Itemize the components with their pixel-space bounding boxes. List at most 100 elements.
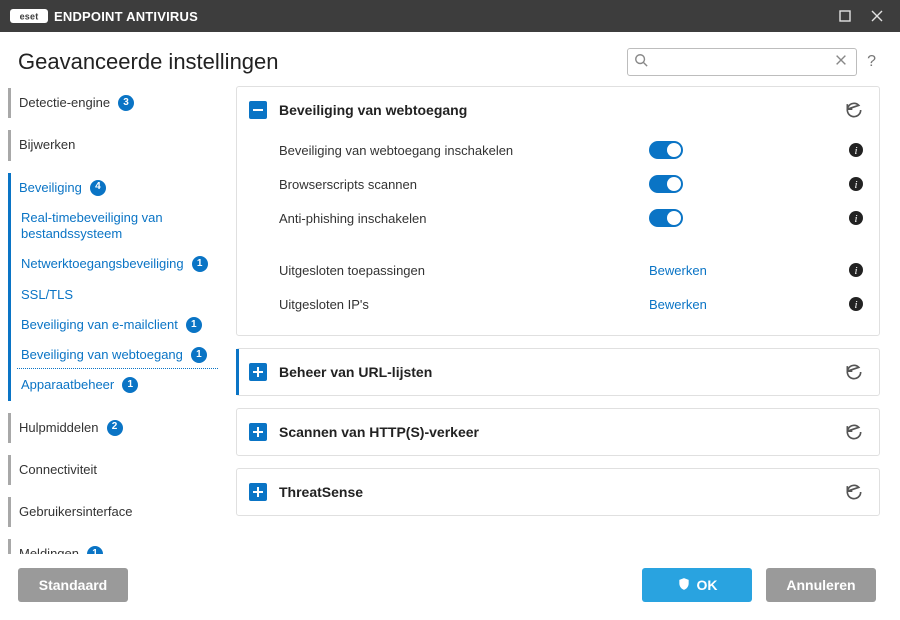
edit-link[interactable]: Bewerken bbox=[649, 297, 707, 312]
footer: Standaard OK Annuleren bbox=[0, 554, 900, 620]
sidebar-item-ssl-tls[interactable]: SSL/TLS bbox=[8, 280, 222, 310]
sidebar-item-label: Gebruikersinterface bbox=[19, 504, 132, 520]
sidebar-item-connectivity[interactable]: Connectiviteit bbox=[8, 455, 222, 485]
brand-logo: eset bbox=[10, 9, 48, 23]
info-icon[interactable]: i bbox=[847, 141, 865, 159]
info-icon[interactable]: i bbox=[847, 175, 865, 193]
sidebar-item-tools[interactable]: Hulpmiddelen 2 bbox=[8, 413, 222, 443]
badge: 1 bbox=[122, 377, 138, 393]
setting-label: Beveiliging van webtoegang inschakelen bbox=[279, 143, 649, 158]
brand: eset ENDPOINT ANTIVIRUS bbox=[10, 9, 198, 24]
help-button[interactable]: ? bbox=[867, 53, 876, 71]
panel-header[interactable]: Scannen van HTTP(S)-verkeer bbox=[237, 409, 879, 455]
sidebar-item-update[interactable]: Bijwerken bbox=[8, 130, 222, 160]
svg-text:i: i bbox=[854, 179, 857, 191]
edit-link[interactable]: Bewerken bbox=[649, 263, 707, 278]
svg-text:i: i bbox=[854, 299, 857, 311]
svg-text:i: i bbox=[854, 265, 857, 277]
sidebar-item-user-interface[interactable]: Gebruikersinterface bbox=[8, 497, 222, 527]
panel-url-lists: Beheer van URL-lijsten bbox=[236, 348, 880, 396]
sidebar-item-detection-engine[interactable]: Detectie-engine 3 bbox=[8, 88, 222, 118]
sidebar-item-label: Connectiviteit bbox=[19, 462, 97, 478]
badge: 4 bbox=[90, 180, 106, 196]
product-name: ENDPOINT ANTIVIRUS bbox=[54, 9, 198, 24]
badge: 1 bbox=[87, 546, 103, 554]
titlebar: eset ENDPOINT ANTIVIRUS bbox=[0, 0, 900, 32]
revert-icon[interactable] bbox=[843, 421, 865, 443]
setting-label: Browserscripts scannen bbox=[279, 177, 649, 192]
badge: 1 bbox=[192, 256, 208, 272]
setting-enable-web-protection: Beveiliging van webtoegang inschakelen i bbox=[279, 133, 865, 167]
window-maximize-button[interactable] bbox=[832, 3, 858, 29]
shield-icon bbox=[677, 577, 691, 594]
collapse-icon[interactable] bbox=[249, 101, 267, 119]
default-button[interactable]: Standaard bbox=[18, 568, 128, 602]
panel-header[interactable]: ThreatSense bbox=[237, 469, 879, 515]
badge: 1 bbox=[191, 347, 207, 363]
sidebar-item-label: Beveiliging van webtoegang bbox=[21, 347, 183, 363]
badge: 1 bbox=[186, 317, 202, 333]
setting-label: Uitgesloten toepassingen bbox=[279, 263, 649, 278]
revert-icon[interactable] bbox=[843, 361, 865, 383]
sidebar-item-label: Meldingen bbox=[19, 546, 79, 554]
revert-icon[interactable] bbox=[843, 99, 865, 121]
sidebar-item-network-access[interactable]: Netwerktoegangsbeveiliging 1 bbox=[8, 249, 222, 279]
info-icon[interactable]: i bbox=[847, 261, 865, 279]
ok-button-label: OK bbox=[697, 577, 718, 593]
header: Geavanceerde instellingen ? bbox=[0, 32, 900, 86]
panel-title: Beveiliging van webtoegang bbox=[279, 102, 831, 118]
page-title: Geavanceerde instellingen bbox=[18, 49, 279, 75]
sidebar-item-label: Bijwerken bbox=[19, 137, 75, 153]
sidebar-item-web-access[interactable]: Beveiliging van webtoegang 1 bbox=[8, 340, 222, 370]
expand-icon[interactable] bbox=[249, 483, 267, 501]
sidebar-item-label: Beveiliging van e-mailclient bbox=[21, 317, 178, 333]
sidebar-item-device-control[interactable]: Apparaatbeheer 1 bbox=[8, 370, 222, 400]
badge: 2 bbox=[107, 420, 123, 436]
panel-web-access: Beveiliging van webtoegang Beveiliging v… bbox=[236, 86, 880, 336]
panel-title: Scannen van HTTP(S)-verkeer bbox=[279, 424, 831, 440]
sidebar: Detectie-engine 3 Bijwerken Beveiliging … bbox=[0, 86, 226, 554]
panel-body: Beveiliging van webtoegang inschakelen i… bbox=[237, 133, 879, 335]
search-icon bbox=[634, 53, 648, 72]
revert-icon[interactable] bbox=[843, 481, 865, 503]
sidebar-item-label: Beveiliging bbox=[19, 180, 82, 196]
setting-anti-phishing: Anti-phishing inschakelen i bbox=[279, 201, 865, 235]
toggle[interactable] bbox=[649, 175, 683, 193]
expand-icon[interactable] bbox=[249, 363, 267, 381]
panel-threatsense: ThreatSense bbox=[236, 468, 880, 516]
setting-label: Anti-phishing inschakelen bbox=[279, 211, 649, 226]
info-icon[interactable]: i bbox=[847, 295, 865, 313]
setting-browser-scripts: Browserscripts scannen i bbox=[279, 167, 865, 201]
search-field[interactable] bbox=[627, 48, 857, 76]
info-icon[interactable]: i bbox=[847, 209, 865, 227]
sidebar-item-label: Hulpmiddelen bbox=[19, 420, 99, 436]
sidebar-item-label: Detectie-engine bbox=[19, 95, 110, 111]
sidebar-item-notifications[interactable]: Meldingen 1 bbox=[8, 539, 222, 554]
badge: 3 bbox=[118, 95, 134, 111]
sidebar-item-label: Real-timebeveiliging van bestandssysteem bbox=[21, 210, 216, 243]
toggle[interactable] bbox=[649, 209, 683, 227]
sidebar-item-security[interactable]: Beveiliging 4 bbox=[8, 173, 222, 203]
setting-excluded-ips: Uitgesloten IP's Bewerken i bbox=[279, 287, 865, 321]
window-close-button[interactable] bbox=[864, 3, 890, 29]
main: Beveiliging van webtoegang Beveiliging v… bbox=[226, 86, 880, 554]
svg-text:eset: eset bbox=[20, 12, 39, 22]
panel-title: ThreatSense bbox=[279, 484, 831, 500]
panel-header[interactable]: Beveiliging van webtoegang bbox=[237, 87, 879, 133]
sidebar-item-label: Netwerktoegangsbeveiliging bbox=[21, 256, 184, 272]
cancel-button[interactable]: Annuleren bbox=[766, 568, 876, 602]
panel-http-scan: Scannen van HTTP(S)-verkeer bbox=[236, 408, 880, 456]
svg-text:i: i bbox=[854, 145, 857, 157]
sidebar-item-label: Apparaatbeheer bbox=[21, 377, 114, 393]
search-clear-icon[interactable] bbox=[832, 53, 850, 72]
panel-title: Beheer van URL-lijsten bbox=[279, 364, 831, 380]
sidebar-item-realtime-fs[interactable]: Real-timebeveiliging van bestandssysteem bbox=[8, 203, 222, 250]
ok-button[interactable]: OK bbox=[642, 568, 752, 602]
sidebar-item-mail-client[interactable]: Beveiliging van e-mailclient 1 bbox=[8, 310, 222, 340]
search-input[interactable] bbox=[648, 55, 832, 70]
toggle[interactable] bbox=[649, 141, 683, 159]
panel-header[interactable]: Beheer van URL-lijsten bbox=[236, 349, 879, 395]
setting-excluded-apps: Uitgesloten toepassingen Bewerken i bbox=[279, 253, 865, 287]
svg-text:i: i bbox=[854, 213, 857, 225]
expand-icon[interactable] bbox=[249, 423, 267, 441]
